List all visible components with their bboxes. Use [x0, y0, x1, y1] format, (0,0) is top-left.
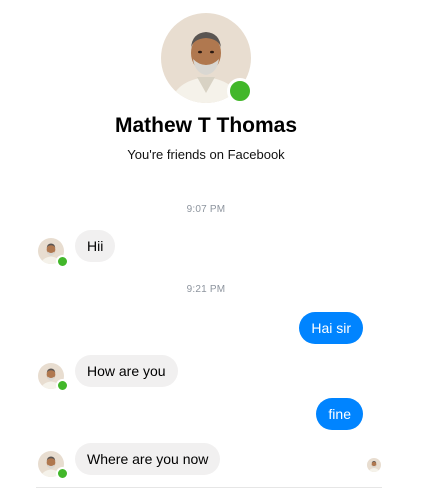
online-status-icon	[56, 467, 69, 480]
message-bubble-outgoing[interactable]: fine	[316, 398, 363, 430]
message-bubble-outgoing[interactable]: Hai sir	[299, 312, 363, 344]
friendship-status: You're friends on Facebook	[127, 147, 285, 162]
online-status-icon	[227, 78, 253, 104]
message-bubble-incoming[interactable]: Where are you now	[75, 443, 221, 475]
contact-name: Mathew T Thomas	[114, 114, 298, 137]
message-bubble-incoming[interactable]: Hii	[75, 230, 116, 262]
messenger-chat-screen: Mathew T Thomas You're friends on Facebo…	[0, 0, 425, 494]
timestamp: 9:21 PM	[186, 284, 226, 295]
online-status-icon	[56, 255, 69, 268]
composer-divider	[36, 487, 382, 488]
seen-indicator-icon	[367, 458, 381, 472]
message-bubble-incoming[interactable]: How are you	[75, 355, 178, 387]
avatar-portrait-icon	[367, 458, 381, 472]
online-status-icon	[56, 379, 69, 392]
timestamp: 9:07 PM	[186, 204, 226, 215]
